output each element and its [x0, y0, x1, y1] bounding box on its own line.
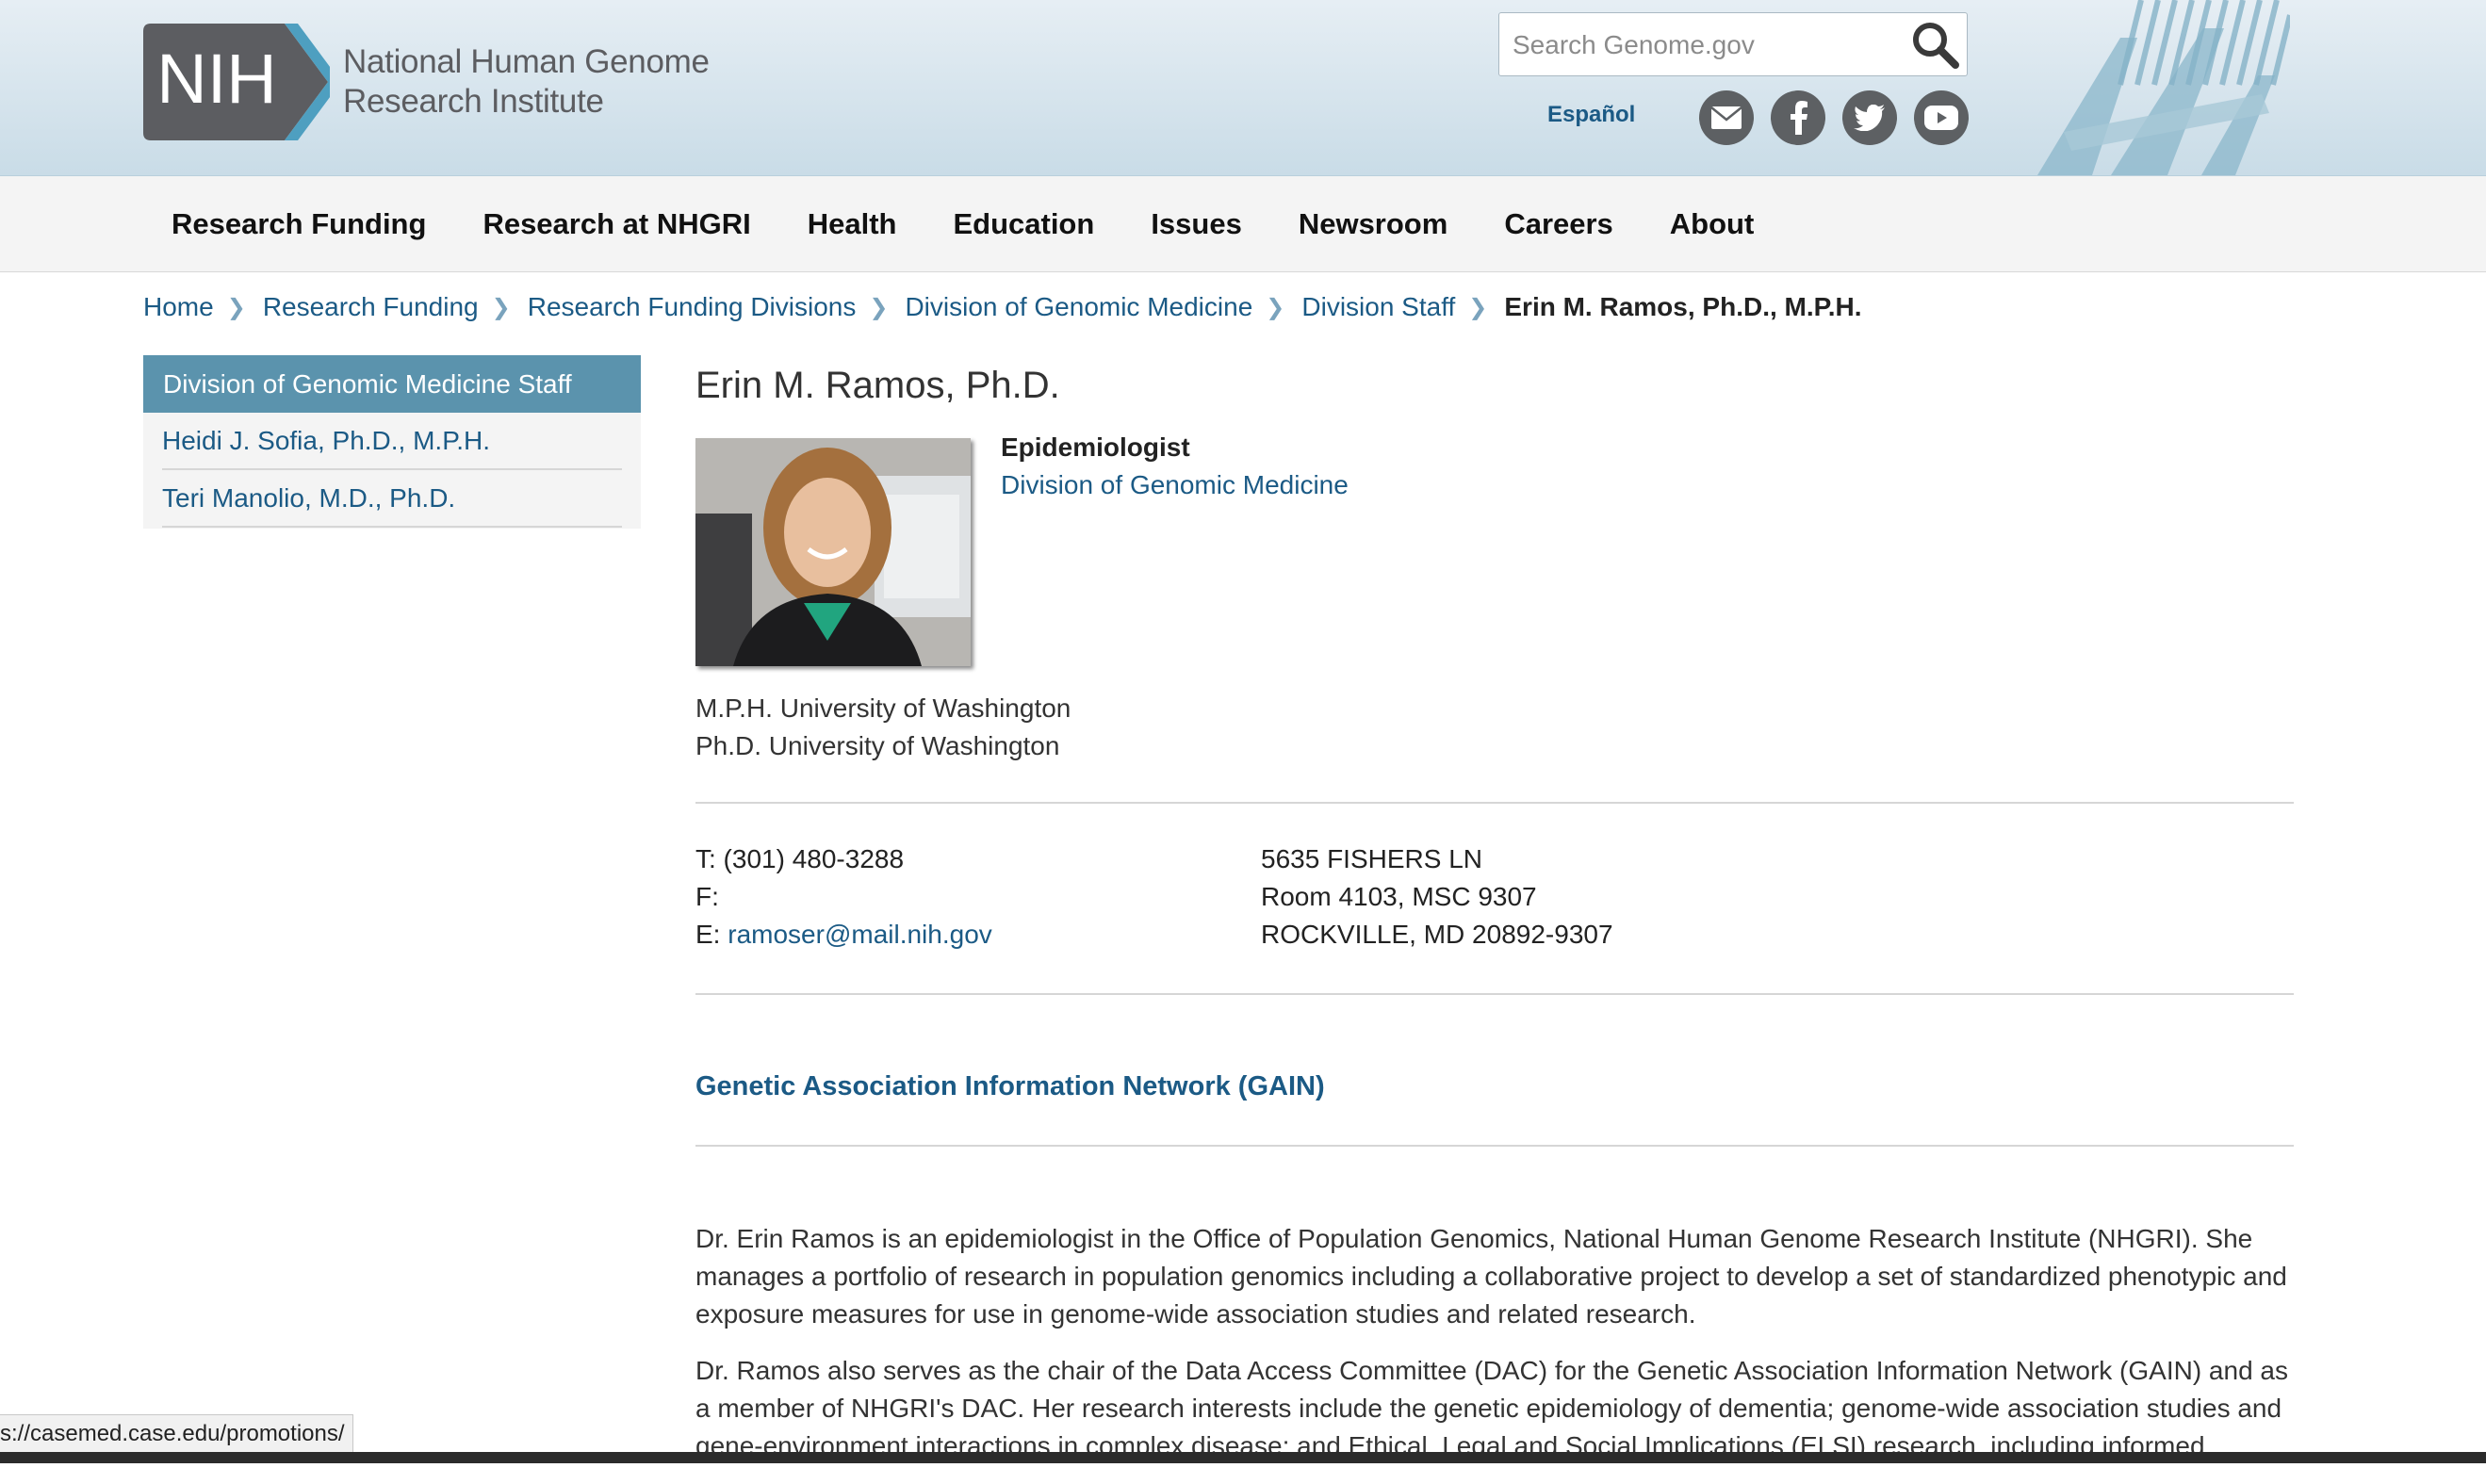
- sidebar-item-heidi-sofia[interactable]: Heidi J. Sofia, Ph.D., M.P.H.: [162, 413, 622, 470]
- dna-graphic: [2037, 0, 2290, 175]
- nav-newsroom[interactable]: Newsroom: [1270, 207, 1476, 241]
- social-links: [1699, 90, 1969, 145]
- chevron-right-icon: ❯: [226, 294, 246, 320]
- phone-number: T: (301) 480-3288: [695, 844, 905, 873]
- twitter-icon: [1854, 105, 1885, 131]
- profile-photo: [695, 438, 971, 666]
- breadcrumb-home[interactable]: Home: [143, 292, 214, 322]
- address-line: Room 4103, MSC 9307: [1261, 882, 1537, 911]
- search-icon: [1913, 23, 1959, 69]
- nav-about[interactable]: About: [1642, 207, 1783, 241]
- divider: [695, 802, 2294, 804]
- address-line: 5635 FISHERS LN: [1261, 844, 1482, 873]
- nih-logo-mark: NIH: [143, 24, 330, 140]
- nav-issues[interactable]: Issues: [1122, 207, 1270, 241]
- nav-careers[interactable]: Careers: [1476, 207, 1641, 241]
- breadcrumb-division-genomic-medicine[interactable]: Division of Genomic Medicine: [905, 292, 1252, 322]
- degree-item: Ph.D. University of Washington: [695, 731, 1060, 760]
- chevron-right-icon: ❯: [1266, 294, 1285, 320]
- chevron-right-icon: ❯: [869, 294, 889, 320]
- divider: [695, 993, 2294, 995]
- address-line: ROCKVILLE, MD 20892-9307: [1261, 920, 1613, 949]
- contact-info: T: (301) 480-3288 F: E: ramoser@mail.nih…: [695, 840, 992, 954]
- job-title: Epidemiologist: [1001, 432, 1190, 462]
- logo-text: National Human Genome Research Institute: [343, 42, 710, 122]
- division-link[interactable]: Division of Genomic Medicine: [1001, 470, 1349, 500]
- search-button[interactable]: [1910, 20, 1961, 71]
- svg-text:NIH: NIH: [156, 40, 276, 118]
- fax-number: F:: [695, 882, 719, 911]
- search-box: [1498, 12, 1968, 77]
- nhgri-logo[interactable]: NIH National Human Genome Research Insti…: [143, 24, 710, 140]
- espanol-link[interactable]: Español: [1547, 102, 1635, 128]
- email-share-button[interactable]: [1699, 90, 1754, 145]
- breadcrumb-research-funding-divisions[interactable]: Research Funding Divisions: [528, 292, 857, 322]
- search-input[interactable]: [1511, 13, 1891, 77]
- divider: [695, 1145, 2294, 1147]
- breadcrumb: Home ❯ Research Funding ❯ Research Fundi…: [143, 292, 1861, 322]
- mailing-address: 5635 FISHERS LN Room 4103, MSC 9307 ROCK…: [1261, 840, 1613, 954]
- biography: Dr. Erin Ramos is an epidemiologist in t…: [695, 1220, 2294, 1484]
- nav-research-at-nhgri[interactable]: Research at NHGRI: [454, 207, 778, 241]
- nav-research-funding[interactable]: Research Funding: [143, 207, 454, 241]
- main-nav: Research Funding Research at NHGRI Healt…: [0, 176, 2486, 272]
- breadcrumb-division-staff[interactable]: Division Staff: [1301, 292, 1455, 322]
- chevron-right-icon: ❯: [491, 294, 511, 320]
- site-header: NIH National Human Genome Research Insti…: [0, 0, 2486, 176]
- email-row: E: ramoser@mail.nih.gov: [695, 916, 992, 954]
- profile-photo-image: [695, 438, 971, 666]
- breadcrumb-current: Erin M. Ramos, Ph.D., M.P.H.: [1504, 292, 1862, 321]
- bio-paragraph: Dr. Erin Ramos is an epidemiologist in t…: [695, 1224, 2287, 1329]
- sidebar: Division of Genomic Medicine Staff Heidi…: [143, 355, 641, 529]
- email-link[interactable]: ramoser@mail.nih.gov: [728, 920, 992, 949]
- chevron-right-icon: ❯: [1468, 294, 1488, 320]
- email-label: E:: [695, 920, 721, 949]
- facebook-button[interactable]: [1771, 90, 1825, 145]
- main-nav-list: Research Funding Research at NHGRI Healt…: [143, 176, 1782, 271]
- logo-line-1: National Human Genome: [343, 43, 710, 80]
- gain-project-link[interactable]: Genetic Association Information Network …: [695, 1071, 1325, 1102]
- facebook-icon: [1791, 101, 1807, 135]
- logo-line-2: Research Institute: [343, 83, 604, 120]
- bottom-edge-bar: [0, 1452, 2486, 1463]
- email-icon: [1710, 106, 1742, 129]
- page-title: Erin M. Ramos, Ph.D.: [695, 365, 1060, 406]
- nav-health[interactable]: Health: [779, 207, 925, 241]
- twitter-button[interactable]: [1842, 90, 1897, 145]
- youtube-button[interactable]: [1914, 90, 1969, 145]
- link-preview-status: s://casemed.case.edu/promotions/: [0, 1414, 353, 1454]
- nav-education[interactable]: Education: [924, 207, 1122, 241]
- degrees: M.P.H. University of Washington Ph.D. Un…: [695, 690, 1071, 765]
- bio-paragraph: Dr. Ramos also serves as the chair of th…: [695, 1356, 2288, 1460]
- sidebar-heading[interactable]: Division of Genomic Medicine Staff: [143, 355, 641, 413]
- breadcrumb-research-funding[interactable]: Research Funding: [263, 292, 479, 322]
- degree-item: M.P.H. University of Washington: [695, 693, 1071, 723]
- youtube-icon: [1924, 106, 1958, 130]
- sidebar-item-teri-manolio[interactable]: Teri Manolio, M.D., Ph.D.: [162, 470, 622, 528]
